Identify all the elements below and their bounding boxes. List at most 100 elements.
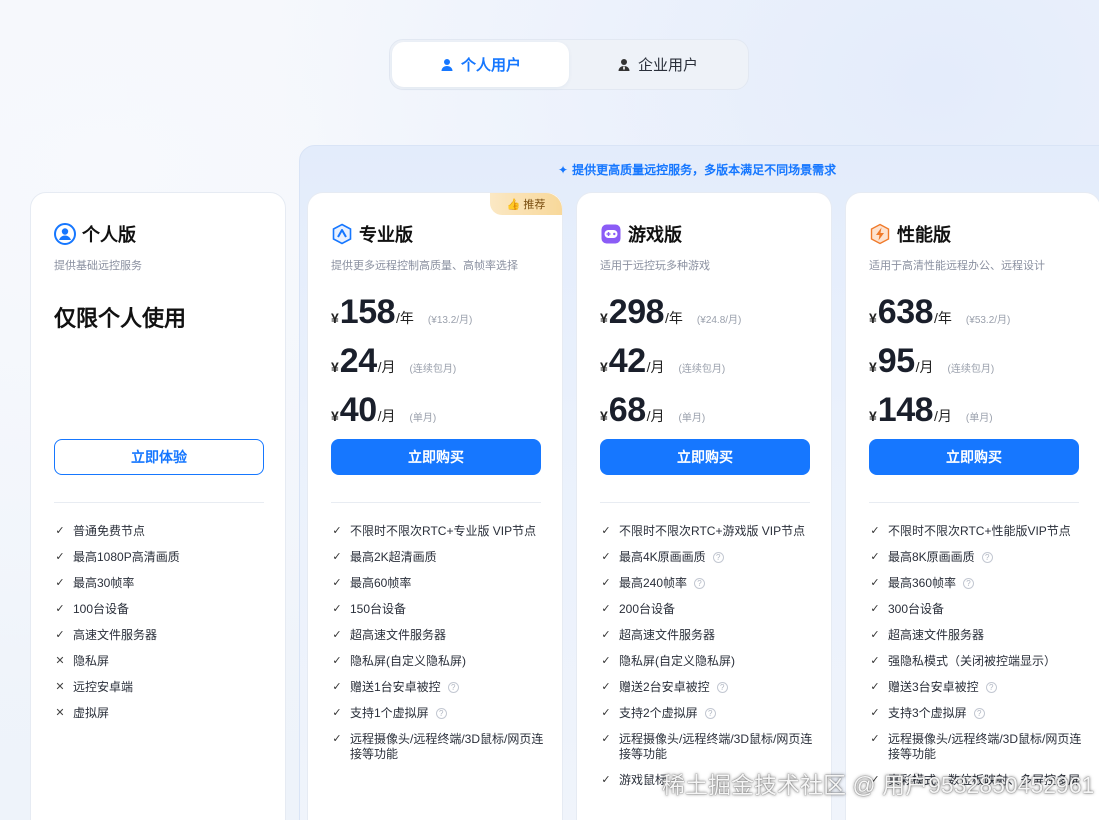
tab-personal-user[interactable]: 个人用户: [392, 42, 569, 87]
feature-item: ✓ 远程摄像头/远程终端/3D鼠标/网页连接等功能: [331, 732, 546, 762]
feature-text: 最高8K原画画质: [888, 550, 975, 564]
plan-name: 游戏版: [628, 225, 682, 245]
check-icon: ✓: [870, 577, 880, 589]
check-icon: ✓: [601, 603, 611, 615]
help-icon[interactable]: ?: [704, 708, 716, 719]
price-list: ¥158/年 (¥13.2/月) ¥24/月 (连续包月) ¥40/月 (单月): [331, 293, 539, 440]
price-row: ¥298/年 (¥24.8/月): [600, 293, 808, 342]
feature-item: ✓ 赠送2台安卓被控?: [600, 680, 815, 695]
check-icon: ✓: [332, 733, 342, 745]
buy-now-button[interactable]: 立即购买: [600, 439, 810, 475]
try-now-button[interactable]: 立即体验: [54, 439, 264, 475]
feature-text: 最高4K原画画质: [619, 550, 706, 564]
price-currency: ¥: [600, 359, 608, 375]
tab-business-user[interactable]: 企业用户: [569, 42, 746, 87]
help-icon[interactable]: ?: [973, 708, 985, 719]
feature-text: 150台设备: [350, 602, 407, 616]
feature-item: ✕ 虚拟屏: [54, 706, 269, 721]
help-icon[interactable]: ?: [716, 682, 728, 693]
feature-text: 支持2个虚拟屏: [619, 706, 698, 720]
check-icon: ✓: [601, 525, 611, 537]
price-row: ¥40/月 (单月): [331, 391, 539, 440]
help-icon[interactable]: ?: [981, 552, 993, 563]
feature-item: ✓ 游戏鼠标: [600, 773, 815, 788]
plan-card-performance: 性能版 适用于高清性能远程办公、远程设计 ¥638/年 (¥53.2/月) ¥95/…: [845, 192, 1099, 820]
feature-text: 最高30帧率: [73, 576, 135, 590]
price-row: ¥68/月 (单月): [600, 391, 808, 440]
feature-item: ✓ 最高8K原画画质?: [869, 550, 1084, 565]
check-icon: ✓: [55, 577, 65, 589]
price-currency: ¥: [869, 310, 877, 326]
lightning-icon: [870, 223, 890, 245]
badge-label: 推荐: [523, 199, 546, 211]
feature-item: ✓ 支持1个虚拟屏?: [331, 706, 546, 721]
feature-text: 强隐私模式（关闭被控端显示）: [888, 654, 1057, 668]
feature-item: ✓ 200台设备: [600, 602, 815, 617]
price-amount: 298: [608, 293, 665, 331]
price-row: ¥42/月 (连续包月): [600, 342, 808, 391]
price-amount: 42: [608, 342, 646, 380]
check-icon: ✓: [870, 681, 880, 693]
feature-text: 超高速文件服务器: [619, 628, 716, 642]
price-unit: /月: [646, 408, 665, 424]
price-unit: /年: [934, 310, 952, 326]
feature-item: ✓ 最高1080P高清画质: [54, 550, 269, 565]
check-icon: ✓: [870, 603, 880, 615]
help-icon[interactable]: ?: [963, 578, 975, 589]
plan-name: 专业版: [359, 225, 413, 245]
help-icon[interactable]: ?: [447, 682, 459, 693]
price-note: (连续包月): [678, 364, 726, 375]
price-amount: 95: [877, 342, 915, 380]
feature-text: 超高速文件服务器: [350, 628, 447, 642]
price-note: (单月): [678, 413, 706, 424]
check-icon: ✓: [332, 577, 342, 589]
cross-icon: ✕: [55, 707, 65, 719]
price-list: ¥638/年 (¥53.2/月) ¥95/月 (连续包月) ¥148/月 (单月): [869, 293, 1077, 440]
price-note: (连续包月): [947, 364, 995, 375]
plan-description: 适用于远控玩多种游戏: [600, 260, 710, 272]
feature-item: ✓ 300台设备: [869, 602, 1084, 617]
feature-text: 虚拟屏: [73, 706, 110, 720]
feature-text: 隐私屏: [73, 654, 110, 668]
price-unit: /月: [377, 359, 396, 375]
feature-text: 游戏鼠标: [619, 773, 668, 787]
feature-item: ✓ 超高速文件服务器: [600, 628, 815, 643]
help-icon[interactable]: ?: [694, 578, 706, 589]
feature-text: 最高1080P高清画质: [73, 550, 180, 564]
buy-now-button[interactable]: 立即购买: [869, 439, 1079, 475]
check-icon: ✓: [601, 774, 611, 786]
feature-text: 远程摄像头/远程终端/3D鼠标/网页连接等功能: [888, 732, 1082, 761]
check-icon: ✓: [332, 525, 342, 537]
feature-item: ✓ 普通免费节点: [54, 524, 269, 539]
feature-item: ✓ 支持3个虚拟屏?: [869, 706, 1084, 721]
feature-item: ✕ 隐私屏: [54, 654, 269, 669]
feature-item: ✓ 强隐私模式（关闭被控端显示）: [869, 654, 1084, 669]
price-unit: /月: [915, 359, 934, 375]
help-icon[interactable]: ?: [985, 682, 997, 693]
help-icon[interactable]: ?: [435, 708, 447, 719]
person-circle-icon: [54, 223, 76, 245]
feature-text: 远控安卓端: [73, 680, 134, 694]
buy-now-button[interactable]: 立即购买: [331, 439, 541, 475]
divider: [331, 502, 541, 503]
feature-text: 100台设备: [73, 602, 130, 616]
feature-text: 赠送2台安卓被控: [619, 680, 710, 694]
business-user-icon: [618, 58, 630, 71]
tab-label: 个人用户: [460, 57, 521, 74]
plan-card-pro: 👍 推荐 专业版 提供更多远程控制高质量、高帧率选择 ¥158/年 (¥13.2/…: [307, 192, 563, 820]
recommended-badge: 👍 推荐: [490, 193, 562, 215]
check-icon: ✓: [870, 629, 880, 641]
check-icon: ✓: [870, 774, 880, 786]
sparkle-icon: ✦: [558, 162, 569, 177]
price-currency: ¥: [869, 359, 877, 375]
price-note: (¥53.2/月): [965, 315, 1011, 326]
feature-text: 300台设备: [888, 602, 945, 616]
feature-text: 不限时不限次RTC+专业版 VIP节点: [350, 524, 537, 538]
plan-header: 性能版: [869, 221, 1077, 247]
help-icon[interactable]: ?: [712, 552, 724, 563]
check-icon: ✓: [601, 629, 611, 641]
check-icon: ✓: [870, 733, 880, 745]
feature-text: 真彩模式、数位板映射、多屏控多屏: [888, 773, 1081, 787]
feature-item: ✓ 最高4K原画画质?: [600, 550, 815, 565]
check-icon: ✓: [332, 551, 342, 563]
